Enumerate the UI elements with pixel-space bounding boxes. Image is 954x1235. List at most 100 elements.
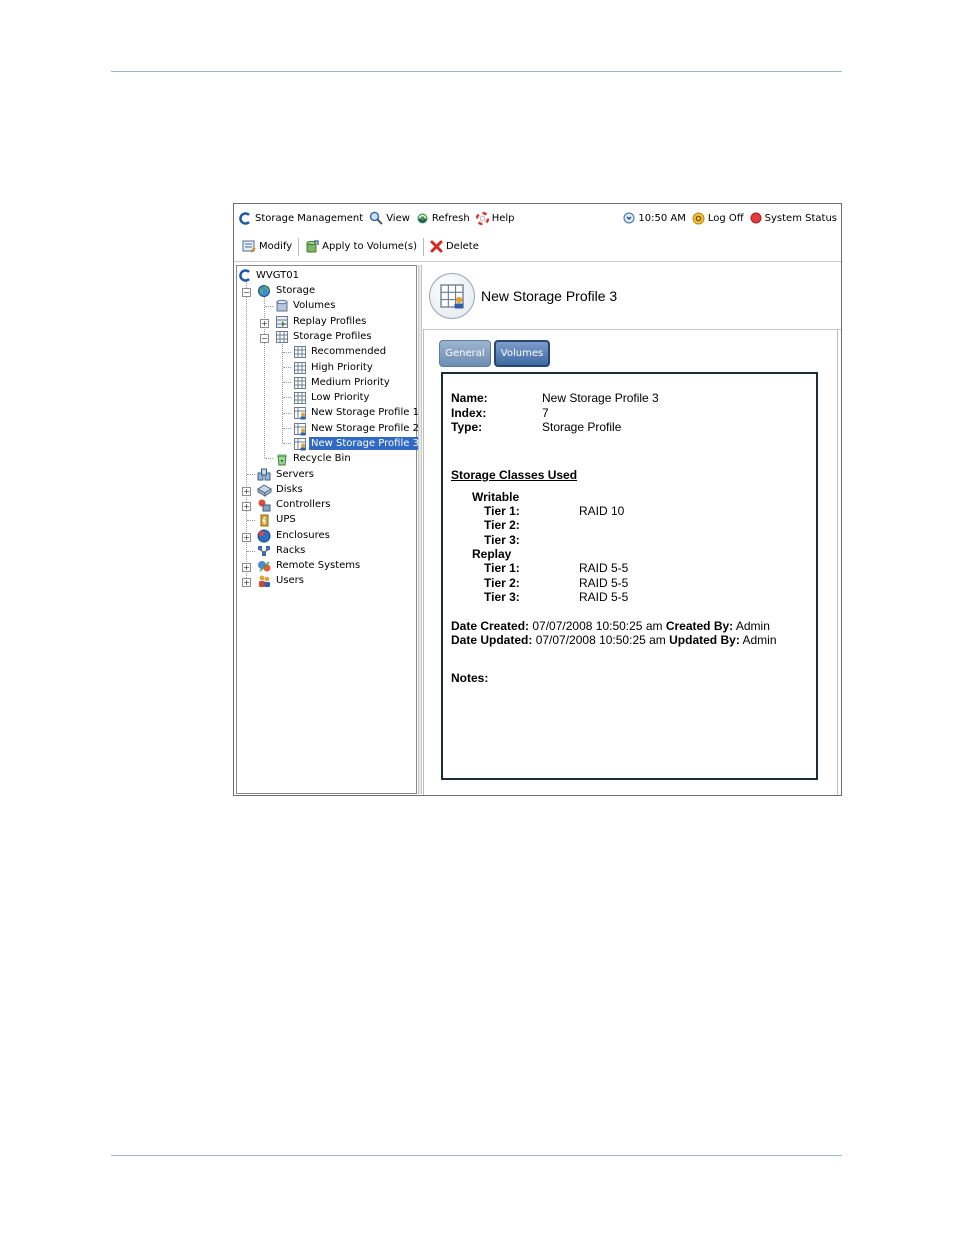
view-menu[interactable]: View <box>369 211 410 225</box>
collapse-toggle[interactable]: − <box>260 334 269 343</box>
storage-management-menu[interactable]: Storage Management <box>239 211 363 225</box>
tree-connector <box>247 551 255 552</box>
expand-toggle[interactable]: + <box>242 487 251 496</box>
tree-item-enclosures[interactable]: Enclosures <box>257 528 332 543</box>
tree-connector <box>247 520 255 521</box>
user-profile-icon <box>440 284 464 309</box>
expand-toggle[interactable]: + <box>242 533 251 542</box>
tree-item-profile-new-1[interactable]: New Storage Profile 1 <box>293 405 421 420</box>
compellent-logo-icon <box>239 269 250 282</box>
tree-item-racks[interactable]: Racks <box>257 543 307 558</box>
tree-item-label: WVGT01 <box>256 270 299 281</box>
apply-to-volumes-button[interactable]: Apply to Volume(s) <box>305 240 417 253</box>
top-right-status: 10:50 AM Log Off System Status <box>617 204 837 232</box>
type-label: Type: <box>451 420 483 434</box>
replay-tier1-label: Tier 1: <box>484 561 520 575</box>
tree-item-storage[interactable]: Storage <box>257 283 317 298</box>
tree-item-disks[interactable]: Disks <box>257 482 305 497</box>
tab-general[interactable]: General <box>439 340 491 367</box>
expand-toggle[interactable]: + <box>242 502 251 511</box>
tree-item-label: Remote Systems <box>276 560 361 571</box>
replay-profiles-icon <box>276 315 288 328</box>
tree-item-ups[interactable]: UPS <box>257 512 298 527</box>
tree-item-label: Storage <box>276 285 316 296</box>
tree-item-profile-new-2[interactable]: New Storage Profile 2 <box>293 421 421 436</box>
tree-item-label: Users <box>276 575 305 586</box>
help-label: Help <box>491 212 515 224</box>
tree-item-profile-medium-priority[interactable]: Medium Priority <box>293 375 392 390</box>
volumes-icon <box>276 299 288 311</box>
user-profile-icon <box>294 422 306 435</box>
tree-item-label: High Priority <box>311 362 373 373</box>
replay-tier2-label: Tier 2: <box>484 576 520 590</box>
storage-globe-icon <box>258 284 270 297</box>
tree-item-label: Servers <box>276 469 315 480</box>
tab-volumes[interactable]: Volumes <box>494 340 550 367</box>
tree-item-controllers[interactable]: Controllers <box>257 497 332 512</box>
replay-heading: Replay <box>472 547 512 561</box>
tree-item-volumes[interactable]: Volumes <box>275 298 337 313</box>
detail-pane: New Storage Profile 3 General Volumes Na… <box>422 265 841 795</box>
lifebuoy-help-icon <box>475 211 489 225</box>
tree-connector <box>283 413 291 414</box>
tree-connector <box>283 428 291 429</box>
status-red-icon <box>750 212 762 224</box>
tree-item-label: Recommended <box>311 346 387 357</box>
tree-connector <box>283 352 291 353</box>
grid-profile-icon <box>294 391 306 404</box>
name-label: Name: <box>451 391 488 405</box>
tree-connector <box>283 367 291 368</box>
expand-toggle[interactable]: + <box>260 319 269 328</box>
tree-connector <box>283 443 291 444</box>
tree-item-label: Low Priority <box>311 392 370 403</box>
tree-item-label: Racks <box>276 545 306 556</box>
compellent-logo-icon <box>239 211 250 225</box>
tree-item-profile-recommended[interactable]: Recommended <box>293 344 388 359</box>
disks-icon <box>257 483 272 497</box>
users-icon <box>259 575 270 587</box>
controllers-icon <box>258 499 271 511</box>
tree-item-label: UPS <box>276 514 296 525</box>
system-status-button[interactable]: System Status <box>750 212 837 224</box>
navigation-tree: WVGT01 − Storage Volumes + Replay Profil… <box>236 265 421 794</box>
modify-button[interactable]: Modify <box>242 240 292 253</box>
writable-heading: Writable <box>472 490 520 504</box>
tree-item-profile-new-3[interactable]: New Storage Profile 3 <box>293 436 421 451</box>
apply-volume-icon <box>306 240 319 253</box>
delete-button[interactable]: Delete <box>430 240 479 253</box>
tree-item-root[interactable]: WVGT01 <box>239 268 301 283</box>
writable-tier2-label: Tier 2: <box>484 518 520 532</box>
racks-icon <box>258 545 270 556</box>
action-toolbar: Modify Apply to Volume(s) Delete <box>234 232 841 262</box>
expand-toggle[interactable]: + <box>242 578 251 587</box>
user-profile-icon <box>294 406 306 419</box>
collapse-toggle[interactable]: − <box>242 288 251 297</box>
refresh-menu[interactable]: Refresh <box>416 212 470 225</box>
tree-item-label: New Storage Profile 3 <box>309 437 421 450</box>
top-menu-bar: Storage Management View Refresh Help 10:… <box>234 204 841 232</box>
tree-item-storage-profiles[interactable]: Storage Profiles <box>275 329 374 344</box>
name-value: New Storage Profile 3 <box>542 391 659 405</box>
tree-item-profile-low-priority[interactable]: Low Priority <box>293 390 371 405</box>
tree-item-label: Disks <box>276 484 303 495</box>
date-created-value: 07/07/2008 10:50:25 am <box>532 619 663 633</box>
expand-toggle[interactable]: + <box>242 563 251 572</box>
help-menu[interactable]: Help <box>475 211 515 225</box>
tree-item-users[interactable]: Users <box>257 573 306 588</box>
user-profile-icon <box>294 437 306 450</box>
tree-item-replay-profiles[interactable]: Replay Profiles <box>275 314 368 329</box>
servers-icon <box>257 468 271 480</box>
tree-item-profile-high-priority[interactable]: High Priority <box>293 360 375 375</box>
storage-manager-window: Storage Management View Refresh Help 10:… <box>233 203 842 796</box>
tree-item-remote-systems[interactable]: Remote Systems <box>257 558 362 573</box>
replay-tier3-label: Tier 3: <box>484 590 520 604</box>
tree-item-recycle-bin[interactable]: Recycle Bin <box>275 451 353 466</box>
tree-item-label: Volumes <box>293 300 336 311</box>
tree-connector <box>283 397 291 398</box>
grid-profile-icon <box>276 330 288 343</box>
tree-item-servers[interactable]: Servers <box>257 467 316 482</box>
page-top-rule <box>111 71 842 72</box>
date-updated-label: Date Updated: <box>451 633 533 647</box>
log-off-button[interactable]: Log Off <box>692 212 744 225</box>
writable-tier3-label: Tier 3: <box>484 533 520 547</box>
